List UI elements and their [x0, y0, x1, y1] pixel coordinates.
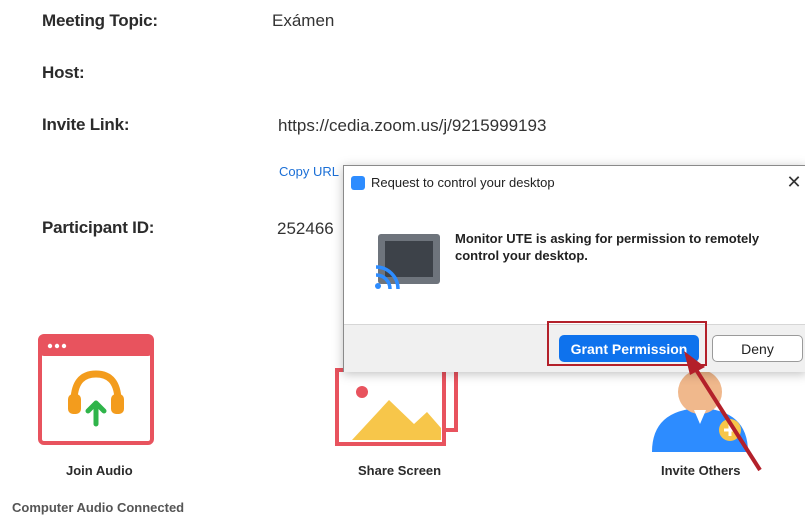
- dialog-message: Monitor UTE is asking for permission to …: [455, 231, 760, 263]
- meeting-topic-label: Meeting Topic:: [42, 11, 158, 30]
- join-audio-icon: [38, 334, 154, 445]
- participant-id-label: Participant ID:: [42, 218, 155, 237]
- dialog-title: Request to control your desktop: [371, 175, 555, 190]
- copy-url-link[interactable]: Copy URL: [279, 164, 339, 179]
- close-icon[interactable]: ✕: [782, 171, 805, 193]
- deny-button[interactable]: Deny: [712, 335, 803, 362]
- remote-control-dialog: Request to control your desktop ✕ Monito…: [343, 165, 805, 372]
- invite-others-icon: [652, 370, 748, 452]
- join-audio-label: Join Audio: [66, 463, 133, 478]
- cast-screen-icon: [375, 234, 440, 290]
- participant-id-value: 252466: [277, 219, 334, 238]
- invite-link-value: https://cedia.zoom.us/j/9215999193: [278, 116, 547, 135]
- invite-others-label: Invite Others: [661, 463, 741, 478]
- host-label: Host:: [42, 63, 85, 82]
- share-screen-label: Share Screen: [358, 463, 442, 478]
- dialog-titlebar[interactable]: Request to control your desktop ✕: [344, 166, 805, 198]
- audio-status-text: Computer Audio Connected: [12, 500, 185, 515]
- zoom-logo-icon: [351, 176, 365, 190]
- dialog-body: Monitor UTE is asking for permission to …: [344, 198, 805, 323]
- join-audio-button[interactable]: [38, 334, 154, 445]
- dialog-footer: Grant Permission Deny: [344, 324, 805, 372]
- invite-others-button[interactable]: [650, 370, 750, 454]
- grant-permission-button[interactable]: Grant Permission: [559, 335, 699, 362]
- share-screen-icon: [335, 362, 458, 446]
- invite-link-label: Invite Link:: [42, 115, 130, 134]
- share-screen-button[interactable]: [334, 362, 460, 447]
- meeting-topic-value: Exámen: [272, 11, 335, 30]
